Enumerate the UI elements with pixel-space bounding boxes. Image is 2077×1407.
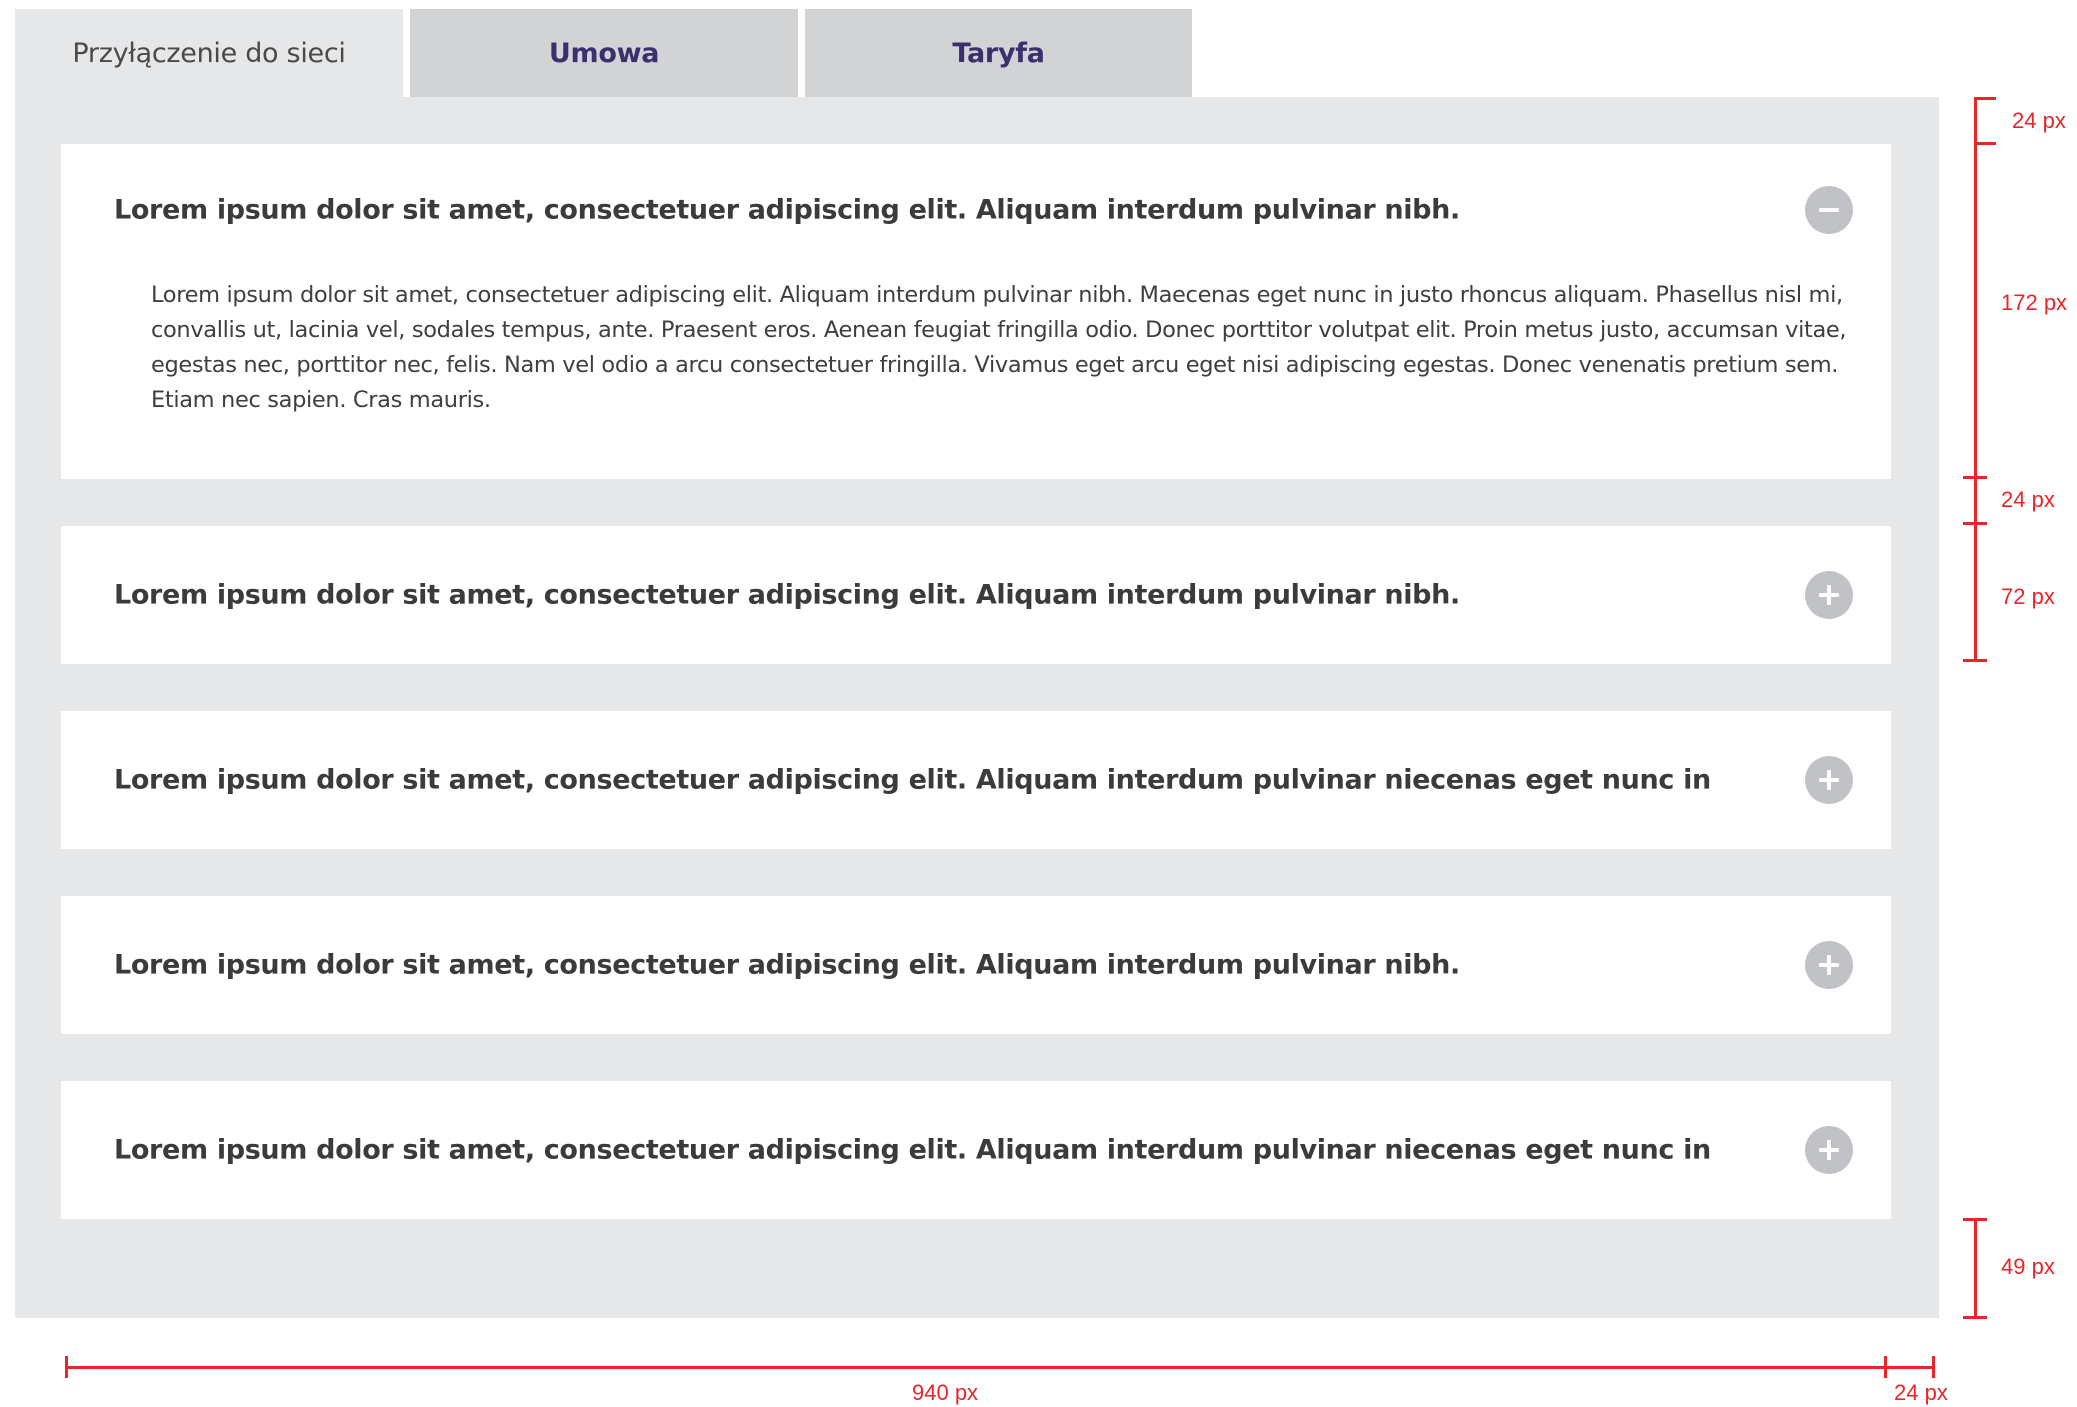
annotation-width-line [66,1366,1934,1369]
accordion-header[interactable]: Lorem ipsum dolor sit amet, consectetuer… [61,526,1891,664]
annotation-content-width: 940 px [912,1380,979,1405]
annotation-tick [1963,1218,1987,1221]
tab-label: Taryfa [952,37,1045,69]
tab-umowa[interactable]: Umowa [410,9,798,97]
accordion-body-text: Lorem ipsum dolor sit amet, consectetuer… [151,282,1847,413]
plus-icon[interactable] [1805,756,1853,804]
accordion-item-4: Lorem ipsum dolor sit amet, consectetuer… [61,896,1891,1034]
accordion-item-3: Lorem ipsum dolor sit amet, consectetuer… [61,711,1891,849]
annotation-tick [1932,1356,1935,1378]
accordion-title: Lorem ipsum dolor sit amet, consectetuer… [114,1134,1711,1166]
annotation-tick [65,1356,68,1378]
accordion-header[interactable]: Lorem ipsum dolor sit amet, consectetuer… [61,1081,1891,1219]
annotation-collapsed-height: 72 px [2001,584,2055,609]
annotation-bracket [1974,97,1977,144]
tab-label: Umowa [548,37,660,69]
annotation-tick [1974,97,1996,100]
annotation-tick [1974,142,1996,145]
plus-icon[interactable] [1805,1126,1853,1174]
annotation-side-padding: 24 px [1894,1380,1948,1405]
annotation-top-gap: 24 px [2012,108,2066,133]
annotation-tick [1963,659,1987,662]
accordion-header[interactable]: Lorem ipsum dolor sit amet, consectetuer… [61,144,1891,276]
plus-icon[interactable] [1805,571,1853,619]
accordion-item-5: Lorem ipsum dolor sit amet, consectetuer… [61,1081,1891,1219]
tab-panel: Lorem ipsum dolor sit amet, consectetuer… [15,97,1939,1318]
accordion-title: Lorem ipsum dolor sit amet, consectetuer… [114,949,1460,981]
tab-przylaczenie-do-sieci[interactable]: Przyłączenie do sieci [15,9,403,97]
annotation-bracket [1974,144,1977,476]
accordion-title: Lorem ipsum dolor sit amet, consectetuer… [114,764,1711,796]
minus-icon[interactable] [1805,186,1853,234]
accordion-title: Lorem ipsum dolor sit amet, consectetuer… [114,194,1460,226]
annotation-bracket [1974,1219,1977,1318]
annotation-item-gap: 24 px [2001,487,2055,512]
annotation-bracket [1974,478,1977,524]
accordion-item-2: Lorem ipsum dolor sit amet, consectetuer… [61,526,1891,664]
tab-label: Przyłączenie do sieci [72,37,346,69]
annotation-tick [1884,1356,1887,1378]
tab-taryfa[interactable]: Taryfa [805,9,1192,97]
accordion-title: Lorem ipsum dolor sit amet, consectetuer… [114,579,1460,611]
annotation-bottom-gap: 49 px [2001,1254,2055,1279]
accordion-header[interactable]: Lorem ipsum dolor sit amet, consectetuer… [61,711,1891,849]
annotation-bracket [1974,524,1977,662]
annotation-tick [1963,1316,1987,1319]
tab-bar: Przyłączenie do sieci Umowa Taryfa [15,9,1192,97]
plus-icon[interactable] [1805,941,1853,989]
accordion-item-1: Lorem ipsum dolor sit amet, consectetuer… [61,144,1891,479]
accordion-header[interactable]: Lorem ipsum dolor sit amet, consectetuer… [61,896,1891,1034]
annotation-expanded-height: 172 px [2001,290,2068,315]
